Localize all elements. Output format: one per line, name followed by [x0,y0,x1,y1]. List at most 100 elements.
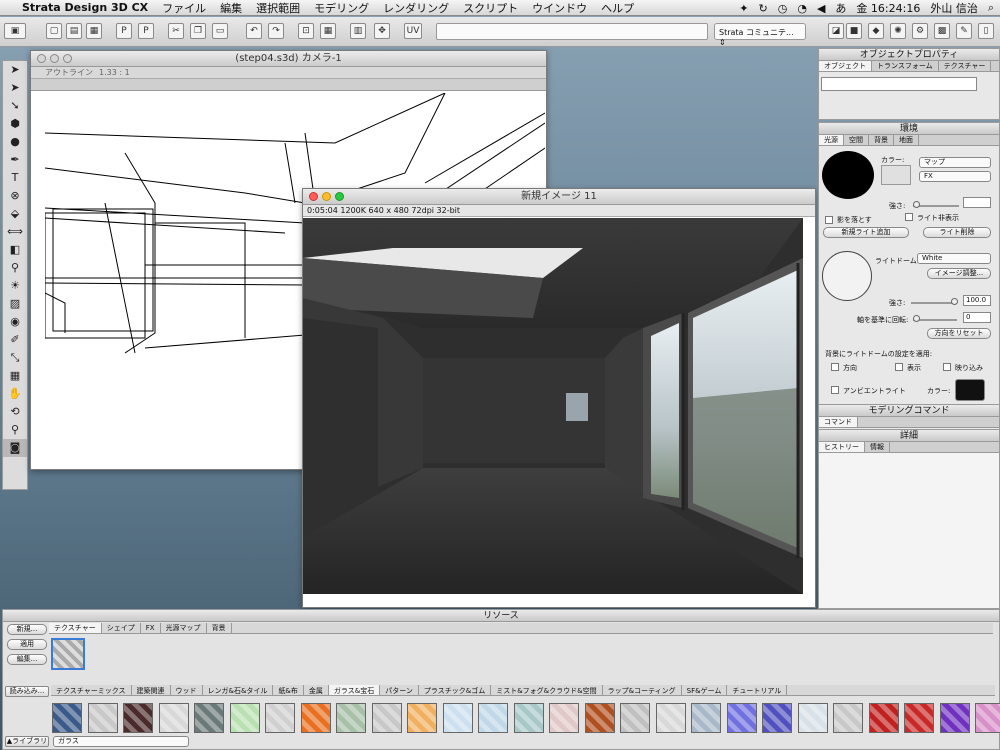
texture-swatch[interactable] [229,703,260,733]
lightdome-strength-field[interactable]: 100.0 [963,295,991,306]
lathe-tool-icon[interactable]: ⊗ [3,187,27,205]
bluetooth-icon[interactable]: ✦ [739,2,748,15]
menu-file[interactable]: ファイル [162,0,206,16]
resource-category-0[interactable]: テクスチャーミックス [51,685,132,695]
reflect-checkbox[interactable] [943,363,951,371]
photoshop-export-icon[interactable]: P [116,23,132,39]
render-area-icon[interactable]: ◙ [3,439,27,457]
cube-icon[interactable]: ■ [846,23,862,39]
texture-swatch[interactable] [478,703,508,733]
texture-swatch[interactable] [726,703,757,733]
tab-background-resource[interactable]: 背景 [207,623,232,633]
tab-lightmap-resource[interactable]: 光源マップ [161,623,207,633]
texture-swatch[interactable] [584,703,615,733]
input-method-icon[interactable]: あ [835,0,846,16]
extrude-tool-icon[interactable]: ⬙ [3,205,27,223]
gear-icon[interactable]: ⚙ [912,23,928,39]
texture-swatch[interactable] [265,703,295,733]
display-checkbox[interactable] [895,363,903,371]
rotate-field[interactable]: 0 [963,312,991,323]
texture-swatch[interactable] [336,703,366,733]
wifi-icon[interactable]: ◔ [797,2,807,15]
resource-category-7[interactable]: パターン [380,685,419,695]
rotate-view-icon[interactable]: ⟲ [3,403,27,421]
undo-icon[interactable]: ↶ [246,23,262,39]
texture-swatch[interactable] [513,703,544,733]
minimize-button[interactable] [50,54,59,63]
texture-swatch[interactable] [620,703,650,733]
sphere-tool-icon[interactable]: ● [3,133,27,151]
zoom-button[interactable] [63,54,72,63]
resource-category-1[interactable]: 建築関連 [132,685,171,695]
texture-swatch[interactable] [868,703,899,733]
resource-category-4[interactable]: 紙&布 [273,685,304,695]
delete-light-button[interactable]: ライト削除 [923,227,991,238]
grid-icon[interactable]: ▦ [320,23,336,39]
texture-swatch[interactable] [833,703,863,733]
user-name[interactable]: 外山 信治 [930,0,978,16]
texture-swatch[interactable] [123,703,153,733]
photoshop-import-icon[interactable]: P [138,23,154,39]
clock-text[interactable]: 金 16:24:16 [856,0,920,16]
object-name-field[interactable] [821,77,977,91]
texture-swatch[interactable] [87,703,118,733]
zoom-button[interactable] [335,192,344,201]
close-button[interactable] [309,192,318,201]
toolbar-text-field[interactable] [436,23,708,40]
library-button[interactable]: ▲ライブラリ [5,736,49,747]
render-cube-icon[interactable]: ◪ [828,23,844,39]
copy-icon[interactable]: ❐ [190,23,206,39]
app-menu[interactable]: Strata Design 3D CX [22,1,148,14]
menu-selection[interactable]: 選択範囲 [256,0,300,16]
tab-shape-resource[interactable]: シェイプ [102,623,141,633]
resource-category-9[interactable]: ミスト&フォグ&クラウド&空間 [491,685,603,695]
light-direction-dial[interactable] [822,151,874,199]
texture-swatch[interactable] [52,703,82,733]
tab-texture[interactable]: テクスチャー [939,61,992,71]
resource-icon[interactable]: ▩ [934,23,950,39]
image-adjust-button[interactable]: イメージ調整... [927,268,991,279]
texture-swatch[interactable] [300,703,331,733]
transform-icon[interactable]: ✥ [374,23,390,39]
document-icon[interactable]: ▯ [978,23,994,39]
tab-object[interactable]: オブジェクト [819,61,872,71]
select-arrow-icon[interactable]: ➤ [3,61,27,79]
spotlight-icon[interactable]: ⌕ [988,1,994,15]
light-icon[interactable]: ◆ [868,23,884,39]
texture-swatch[interactable] [158,703,189,733]
texture-swatch[interactable] [691,703,721,733]
tab-history[interactable]: ヒストリー [819,442,865,452]
tab-transform[interactable]: トランスフォーム [872,61,939,71]
hand-tool-icon[interactable]: ✋ [3,385,27,403]
texture-swatch[interactable] [939,703,970,733]
view-icon[interactable]: ▣ [4,23,26,39]
redo-icon[interactable]: ↷ [268,23,284,39]
hide-light-checkbox[interactable] [905,213,913,221]
cast-shadow-checkbox[interactable] [825,216,833,224]
menu-rendering[interactable]: レンダリング [383,0,449,16]
camera-tool-icon[interactable]: ◉ [3,313,27,331]
texture-swatch[interactable] [442,703,473,733]
tab-texture-resource[interactable]: テクスチャー [49,623,102,633]
edit-resource-button[interactable]: 編集... [7,654,47,665]
resource-category-2[interactable]: ウッド [171,685,203,695]
bone-tool-icon[interactable]: ⚲ [3,259,27,277]
new-resource-button[interactable]: 新規... [7,624,47,635]
point-select-icon[interactable]: ➤ [3,79,27,97]
tab-background[interactable]: 背景 [869,135,894,145]
reset-direction-button[interactable]: 方向をリセット [927,328,991,339]
strength-slider-knob[interactable] [913,201,920,208]
apply-resource-button[interactable]: 適用 [7,639,47,650]
selected-texture-thumbnail[interactable] [51,638,85,670]
align-icon[interactable]: ▥ [350,23,366,39]
cut-icon[interactable]: ✂ [168,23,184,39]
light-color-swatch[interactable] [881,165,911,185]
save-document-icon[interactable]: ▦ [86,23,102,39]
ambient-color-swatch[interactable] [955,379,985,401]
volume-icon[interactable]: ◀ [817,2,825,15]
resource-category-5[interactable]: 金属 [304,685,329,695]
texture-tool-icon[interactable]: ▨ [3,295,27,313]
lightdome-select[interactable]: White [917,253,991,264]
texture-swatch[interactable] [194,703,224,733]
camera-window-titlebar[interactable]: (step04.s3d) カメラ-1 [31,51,546,67]
